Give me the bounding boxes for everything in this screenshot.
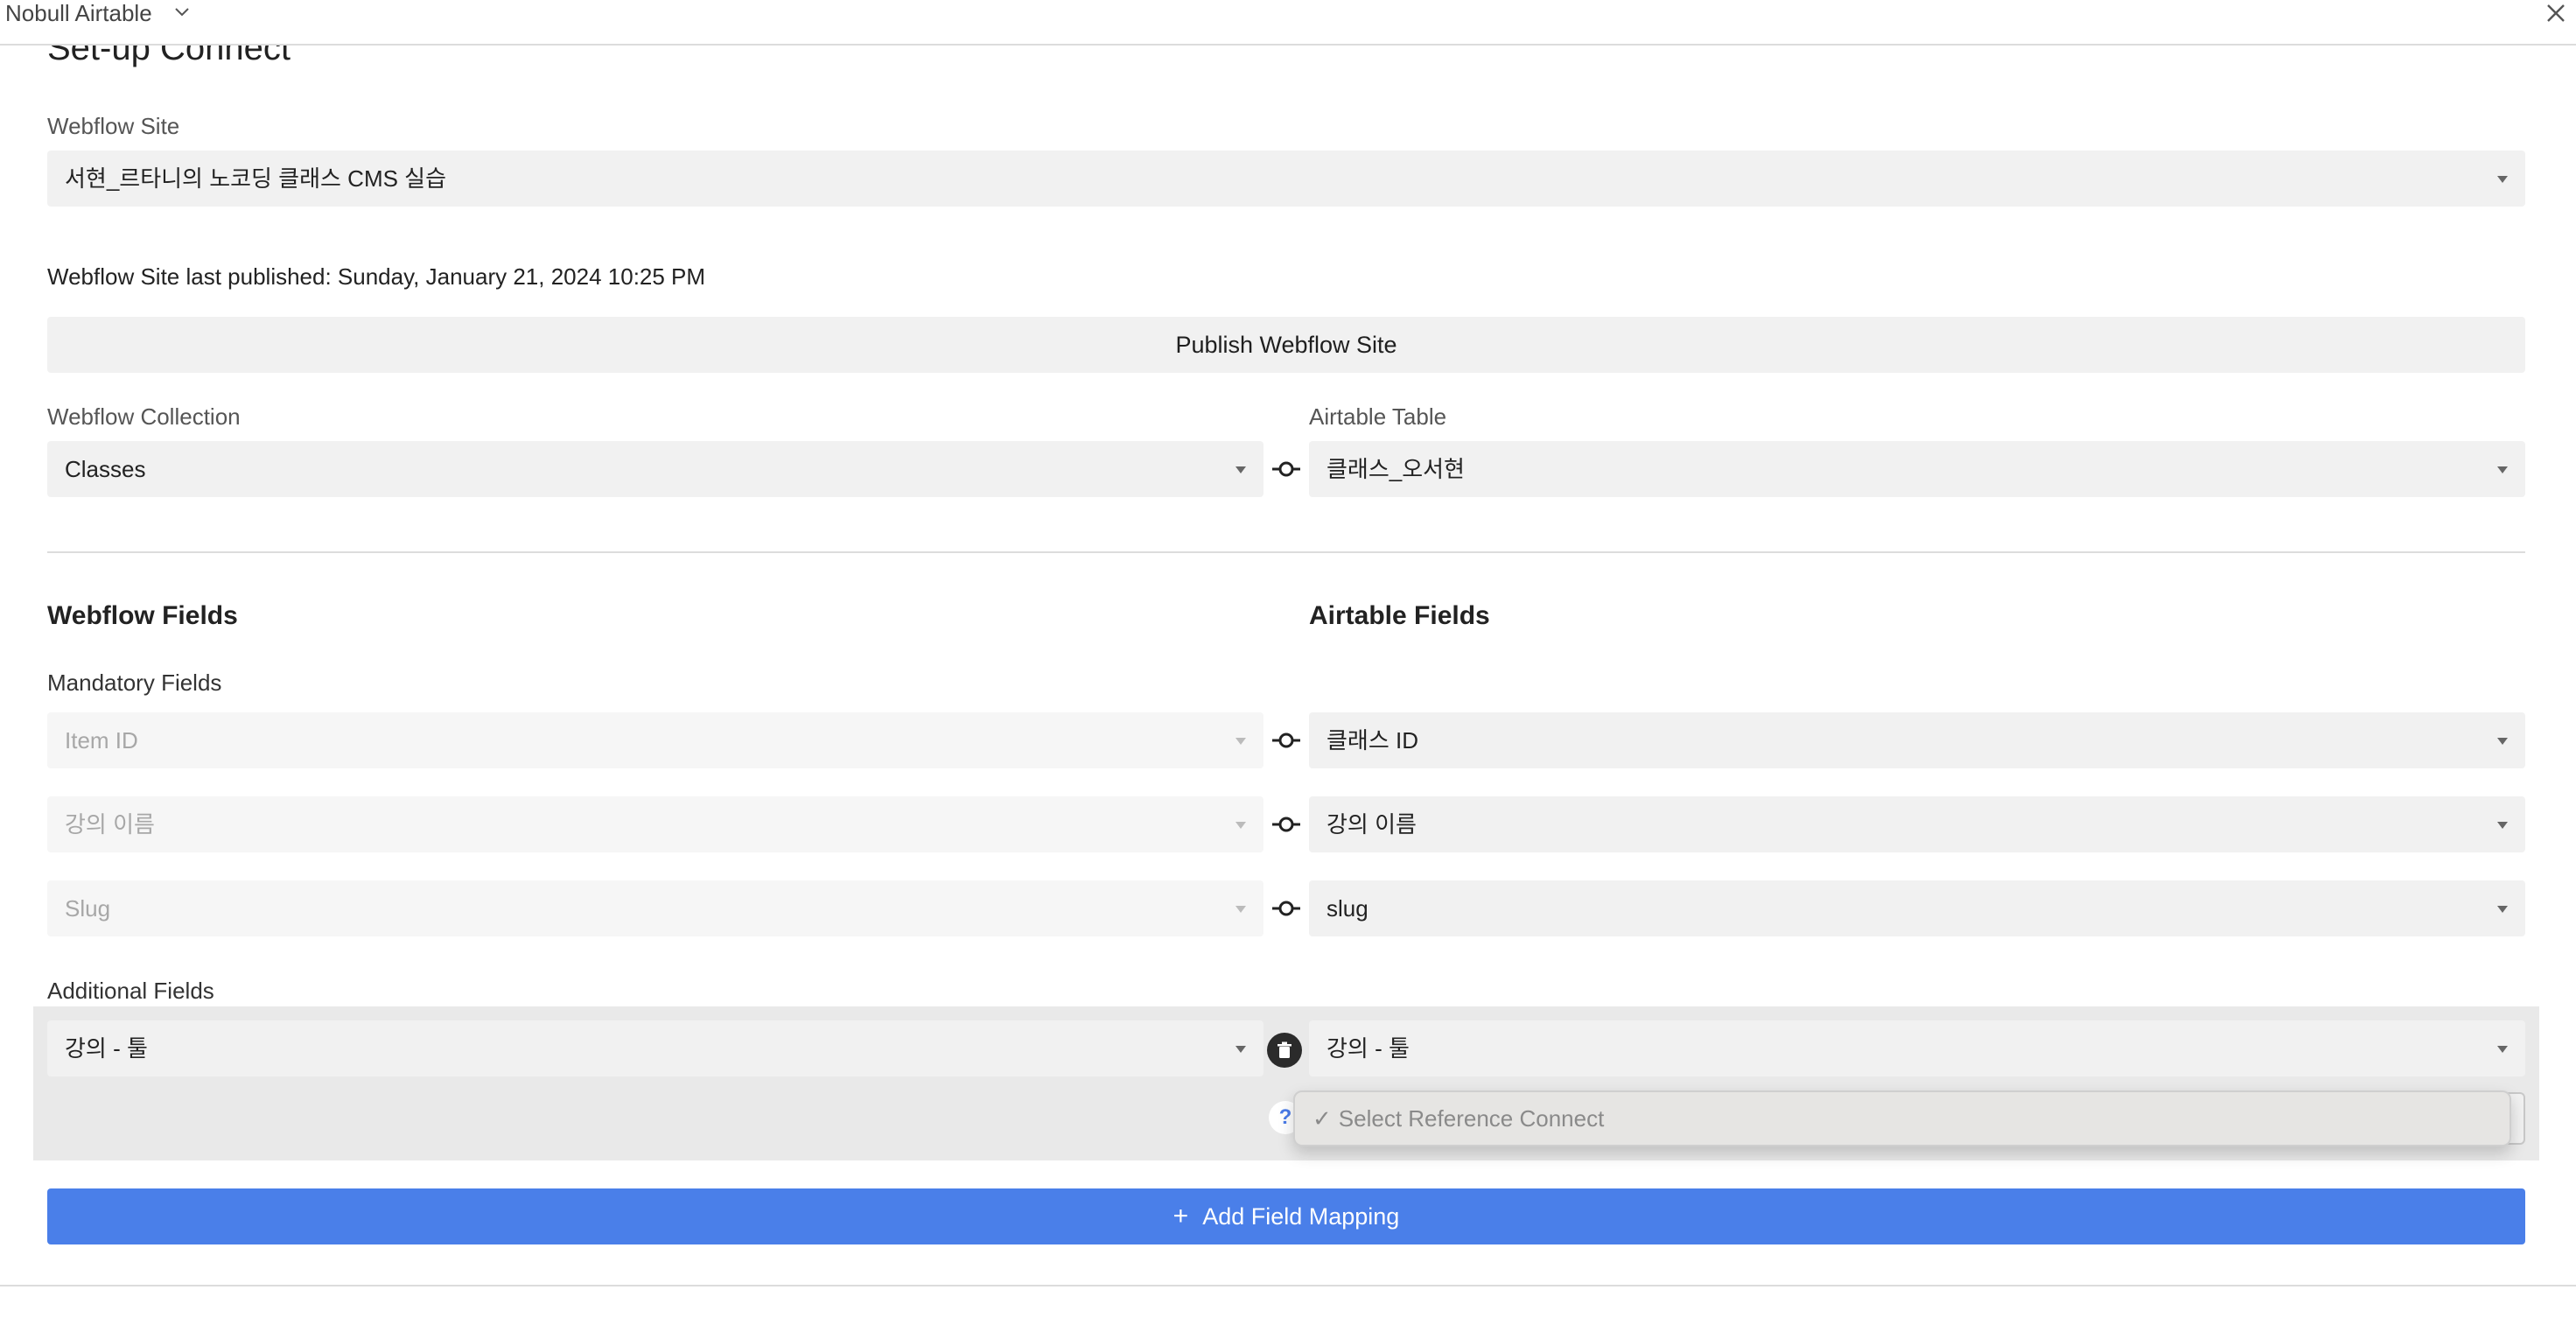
webflow-site-value: 서현_르타니의 노코딩 클래스 CMS 실습 (65, 165, 447, 192)
webflow-collection-value: Classes (65, 456, 146, 482)
field-value: 강의 이름 (65, 811, 155, 838)
mandatory-webflow-field: Item ID (47, 712, 1264, 768)
chevron-down-icon[interactable] (172, 2, 192, 23)
caret-down-icon (2497, 176, 2508, 183)
mandatory-fields-label: Mandatory Fields (47, 670, 222, 696)
close-icon[interactable] (2543, 0, 2569, 26)
caret-down-icon (1236, 906, 1246, 913)
mandatory-webflow-field: 강의 이름 (47, 796, 1264, 852)
last-published-text: Webflow Site last published: Sunday, Jan… (47, 263, 706, 290)
webflow-collection-label: Webflow Collection (47, 403, 241, 430)
mandatory-webflow-field: Slug (47, 880, 1264, 936)
mandatory-airtable-field-select[interactable]: 강의 이름 (1309, 796, 2525, 852)
caret-down-icon (2497, 466, 2508, 473)
caret-down-icon (1236, 822, 1246, 829)
field-value: 강의 이름 (1326, 811, 1417, 838)
section-divider (47, 551, 2525, 553)
caret-down-icon (1236, 1046, 1246, 1053)
webflow-collection-select[interactable]: Classes (47, 441, 1264, 497)
window-topbar: Nobull Airtable (0, 0, 2576, 46)
field-value: 강의 - 툴 (65, 1035, 148, 1062)
webflow-site-label: Webflow Site (47, 113, 180, 139)
field-value: 클래스 ID (1326, 727, 1418, 754)
add-field-mapping-button[interactable]: + Add Field Mapping (47, 1188, 2525, 1244)
airtable-table-value: 클래스_오서현 (1326, 456, 1465, 482)
delete-mapping-button[interactable] (1267, 1033, 1302, 1068)
field-value: slug (1326, 895, 1368, 922)
plus-icon: + (1172, 1202, 1189, 1230)
base-selector[interactable]: Nobull Airtable (5, 0, 152, 26)
reference-connect-dropdown-option[interactable]: ✓ Select Reference Connect (1293, 1090, 2511, 1146)
link-connector-icon (1272, 461, 1300, 477)
bottom-divider (0, 1285, 2576, 1286)
caret-down-icon (2497, 738, 2508, 745)
field-value: Item ID (65, 727, 138, 754)
caret-down-icon (2497, 822, 2508, 829)
checkmark-icon: ✓ (1312, 1105, 1332, 1132)
additional-fields-label: Additional Fields (47, 978, 214, 1004)
caret-down-icon (1236, 738, 1246, 745)
add-field-mapping-label: Add Field Mapping (1202, 1203, 1400, 1230)
webflow-site-select[interactable]: 서현_르타니의 노코딩 클래스 CMS 실습 (47, 151, 2525, 207)
caret-down-icon (1236, 466, 1246, 473)
reference-placeholder: Select Reference Connect (1338, 1105, 1605, 1132)
additional-webflow-field-select[interactable]: 강의 - 툴 (47, 1020, 1264, 1076)
caret-down-icon (2497, 906, 2508, 913)
airtable-table-label: Airtable Table (1309, 403, 1447, 430)
webflow-fields-title: Webflow Fields (47, 601, 238, 630)
additional-airtable-field-select[interactable]: 강의 - 툴 (1309, 1020, 2525, 1076)
airtable-fields-title: Airtable Fields (1309, 601, 1490, 630)
field-value: 강의 - 툴 (1326, 1035, 1410, 1062)
caret-down-icon (2497, 1046, 2508, 1053)
airtable-table-select[interactable]: 클래스_오서현 (1309, 441, 2525, 497)
mandatory-airtable-field-select[interactable]: 클래스 ID (1309, 712, 2525, 768)
publish-webflow-site-button[interactable]: Publish Webflow Site (47, 317, 2525, 373)
link-connector-icon (1272, 733, 1300, 748)
link-connector-icon (1272, 901, 1300, 916)
mandatory-airtable-field-select[interactable]: slug (1309, 880, 2525, 936)
link-connector-icon (1272, 817, 1300, 832)
trash-icon (1278, 1041, 1292, 1058)
field-value: Slug (65, 895, 111, 922)
